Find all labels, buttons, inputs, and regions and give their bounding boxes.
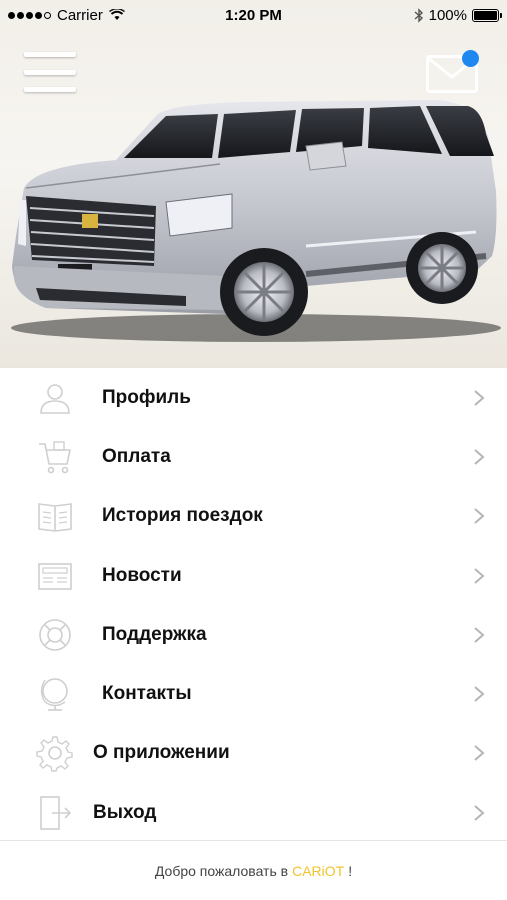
- menu-item-logout[interactable]: Выход: [0, 783, 507, 842]
- cart-icon: [36, 438, 74, 476]
- battery-icon: [472, 8, 502, 22]
- menu-item-about[interactable]: О приложении: [0, 724, 507, 783]
- chevron-right-icon: [474, 389, 485, 406]
- carrier-label: Carrier: [57, 6, 103, 24]
- chevron-right-icon: [474, 627, 485, 643]
- menu-item-label: Контакты: [102, 683, 192, 705]
- menu-item-label: Поддержка: [102, 623, 207, 645]
- menu-item-payment[interactable]: Оплата: [0, 427, 507, 486]
- menu-item-support[interactable]: Поддержка: [0, 605, 507, 664]
- menu-item-label: История поездок: [102, 505, 263, 527]
- newspaper-icon: [36, 557, 74, 595]
- battery-percent: 100%: [428, 6, 467, 24]
- menu-item-label: Выход: [93, 801, 157, 823]
- menu-item-contacts[interactable]: Контакты: [0, 664, 507, 723]
- chevron-right-icon: [474, 804, 485, 821]
- menu-item-news[interactable]: Новости: [0, 546, 507, 605]
- menu-item-trip-history[interactable]: История поездок: [0, 487, 507, 546]
- notification-badge: [462, 50, 479, 67]
- chevron-right-icon: [474, 508, 485, 524]
- signal-icon: [8, 11, 51, 19]
- welcome-suffix: !: [348, 862, 353, 879]
- car-image: [11, 100, 501, 342]
- brand-name: CARiOT: [292, 862, 345, 879]
- menu-item-profile[interactable]: Профиль: [0, 368, 507, 427]
- book-icon: [36, 497, 74, 535]
- user-icon: [36, 379, 74, 417]
- bluetooth-icon: [414, 7, 423, 23]
- header-hero: Carrier 1:20 PM 100%: [0, 0, 507, 368]
- exit-icon: [36, 794, 74, 832]
- menu-item-label: Новости: [102, 564, 182, 586]
- menu-item-label: Оплата: [102, 445, 171, 467]
- gear-icon: [36, 734, 74, 773]
- menu-item-label: О приложении: [93, 742, 230, 764]
- hamburger-icon[interactable]: [24, 52, 76, 92]
- chevron-right-icon: [474, 567, 485, 584]
- chevron-right-icon: [474, 745, 485, 762]
- welcome-text: Добро пожаловать в: [154, 862, 289, 879]
- welcome-footer: Добро пожаловать в CARiOT !: [0, 840, 507, 900]
- chevron-right-icon: [474, 686, 485, 702]
- lifebuoy-icon: [36, 616, 74, 654]
- menu-item-label: Профиль: [102, 386, 191, 408]
- side-menu: Профиль Оплата История поездок Новости П…: [0, 368, 507, 842]
- chevron-right-icon: [474, 449, 485, 465]
- wifi-icon: [108, 9, 125, 20]
- globe-icon: [36, 675, 74, 713]
- status-bar: Carrier 1:20 PM 100%: [0, 0, 507, 30]
